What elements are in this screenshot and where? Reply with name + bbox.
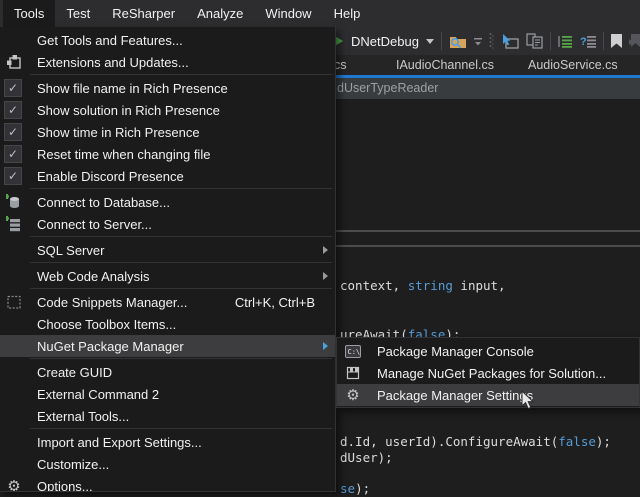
menu-item-connect-to-database[interactable]: Connect to Database...: [0, 191, 335, 213]
menu-bar: ToolsTestReSharperAnalyzeWindowHelp: [0, 0, 640, 27]
editor-splitter-line: [331, 245, 640, 247]
copy-code-icon[interactable]: [526, 33, 543, 49]
menu-item-label: NuGet Package Manager: [37, 339, 184, 354]
menubar-item-tools[interactable]: Tools: [3, 0, 55, 27]
menu-item-choose-toolbox-items[interactable]: Choose Toolbox Items...: [0, 313, 335, 335]
menubar-item-help[interactable]: Help: [323, 0, 372, 27]
nuget-submenu: C:\ Package Manager Console Manage NuGet P…: [336, 337, 640, 408]
overflow-caret-icon[interactable]: [474, 36, 482, 46]
help-lines-icon[interactable]: ?: [580, 35, 596, 48]
editor-splitter-line: [331, 230, 640, 232]
menu-item-options[interactable]: ⚙ Options...: [0, 475, 335, 492]
format-lines-icon[interactable]: [558, 35, 573, 48]
toolbar-separator: [550, 32, 551, 50]
toolbar-separator: [603, 32, 604, 50]
menu-item-shortcut: Ctrl+K, Ctrl+B: [235, 295, 335, 310]
checkmark-icon: ✓: [4, 167, 22, 185]
menubar-item-test[interactable]: Test: [55, 0, 101, 27]
menu-item-package-manager-console[interactable]: C:\ Package Manager Console: [337, 340, 639, 362]
menu-item-label: External Tools...: [37, 409, 129, 424]
checkmark-icon: ✓: [4, 79, 22, 97]
menu-item-label: Extensions and Updates...: [37, 55, 189, 70]
code-snippets-icon: [5, 293, 23, 311]
bookmark-icon[interactable]: [611, 34, 622, 48]
submenu-arrow-icon: [323, 246, 328, 254]
menu-item-package-manager-settings[interactable]: ⚙ Package Manager Settings: [337, 384, 639, 406]
code-line: d.Id, userId).ConfigureAwait(false);: [340, 434, 611, 449]
menubar-item-window[interactable]: Window: [254, 0, 322, 27]
menu-item-label: Enable Discord Presence: [37, 169, 184, 184]
find-in-files-icon[interactable]: [449, 34, 467, 49]
menu-item-import-and-export-settings[interactable]: Import and Export Settings...: [0, 431, 335, 453]
dropdown-caret-icon[interactable]: [426, 38, 434, 44]
menu-item-connect-to-server[interactable]: Connect to Server...: [0, 213, 335, 235]
server-icon: [5, 215, 23, 233]
menu-item-label: Connect to Database...: [37, 195, 170, 210]
menu-item-label: Options...: [37, 479, 93, 493]
menu-item-show-solution-in-rich-presence[interactable]: ✓ Show solution in Rich Presence: [0, 99, 335, 121]
menu-item-show-time-in-rich-presence[interactable]: ✓ Show time in Rich Presence: [0, 121, 335, 143]
extensions-icon: [5, 53, 23, 71]
menu-item-manage-nuget-packages-for-solution[interactable]: Manage NuGet Packages for Solution...: [337, 362, 639, 384]
menu-item-show-file-name-in-rich-presence[interactable]: ✓ Show file name in Rich Presence: [0, 77, 335, 99]
ide-window: context, string input,ureAwait(false);d.…: [0, 0, 640, 497]
menu-item-nuget-package-manager[interactable]: NuGet Package Manager: [0, 335, 335, 357]
menu-item-label: Create GUID: [37, 365, 112, 380]
menu-item-customize[interactable]: Customize...: [0, 453, 335, 475]
submenu-arrow-icon: [323, 342, 328, 350]
menu-item-label: Customize...: [37, 457, 109, 472]
checkmark-icon: ✓: [4, 145, 22, 163]
code-line: dUser);: [340, 450, 393, 465]
tools-menu: Get Tools and Features... Extensions and …: [0, 27, 336, 492]
menu-item-label: Code Snippets Manager...: [37, 295, 187, 310]
menu-item-label: Manage NuGet Packages for Solution...: [377, 366, 606, 381]
menu-item-code-snippets-manager[interactable]: Code Snippets Manager... Ctrl+K, Ctrl+B: [0, 291, 335, 313]
gear-icon: ⚙: [344, 386, 362, 404]
console-icon: C:\: [344, 342, 362, 360]
menu-item-get-tools-and-features[interactable]: Get Tools and Features...: [0, 29, 335, 51]
run-config-dropdown[interactable]: DNetDebug: [351, 34, 419, 49]
menu-item-label: Reset time when changing file: [37, 147, 210, 162]
toolbar-grip[interactable]: [489, 32, 494, 50]
menu-item-sql-server[interactable]: SQL Server: [0, 239, 335, 261]
menu-item-web-code-analysis[interactable]: Web Code Analysis: [0, 265, 335, 287]
menu-item-label: Package Manager Console: [377, 344, 534, 359]
svg-text:?: ?: [580, 36, 587, 48]
menu-item-external-tools[interactable]: External Tools...: [0, 405, 335, 427]
menu-item-label: Get Tools and Features...: [37, 33, 183, 48]
database-icon: [5, 193, 23, 211]
menubar-item-analyze[interactable]: Analyze: [186, 0, 254, 27]
menu-item-enable-discord-presence[interactable]: ✓ Enable Discord Presence: [0, 165, 335, 187]
member-dropdown-text[interactable]: dUserTypeReader: [337, 81, 438, 95]
gear-icon: ⚙: [5, 477, 23, 492]
menubar-item-resharper[interactable]: ReSharper: [101, 0, 186, 27]
menu-item-reset-time-when-changing-file[interactable]: ✓ Reset time when changing file: [0, 143, 335, 165]
checkmark-icon: ✓: [4, 101, 22, 119]
menu-item-label: Package Manager Settings: [377, 388, 533, 403]
menu-item-label: Web Code Analysis: [37, 269, 150, 284]
navigate-to-icon[interactable]: [501, 33, 519, 49]
menu-item-label: Import and Export Settings...: [37, 435, 202, 450]
menu-item-create-guid[interactable]: Create GUID: [0, 361, 335, 383]
menu-item-label: Show time in Rich Presence: [37, 125, 200, 140]
tab-audioservice[interactable]: AudioService.cs: [528, 58, 618, 72]
submenu-arrow-icon: [323, 272, 328, 280]
menu-item-extensions-and-updates[interactable]: Extensions and Updates...: [0, 51, 335, 73]
bookmark-dim-icon[interactable]: [629, 34, 640, 48]
code-line: se);: [340, 481, 370, 496]
menu-item-label: Show solution in Rich Presence: [37, 103, 220, 118]
menu-item-label: Connect to Server...: [37, 217, 152, 232]
code-line: context, string input,: [340, 278, 506, 293]
toolbar-separator: [441, 32, 442, 50]
checkmark-icon: ✓: [4, 123, 22, 141]
mouse-cursor-icon: [521, 390, 537, 412]
menu-item-label: Choose Toolbox Items...: [37, 317, 176, 332]
menu-item-label: SQL Server: [37, 243, 104, 258]
svg-text:C:\: C:\: [348, 348, 361, 356]
menu-item-label: Show file name in Rich Presence: [37, 81, 228, 96]
package-icon: [344, 364, 362, 382]
menu-item-label: External Command 2: [37, 387, 159, 402]
menu-item-external-command-2[interactable]: External Command 2: [0, 383, 335, 405]
tab-iaudiochannel[interactable]: IAudioChannel.cs: [396, 58, 494, 72]
